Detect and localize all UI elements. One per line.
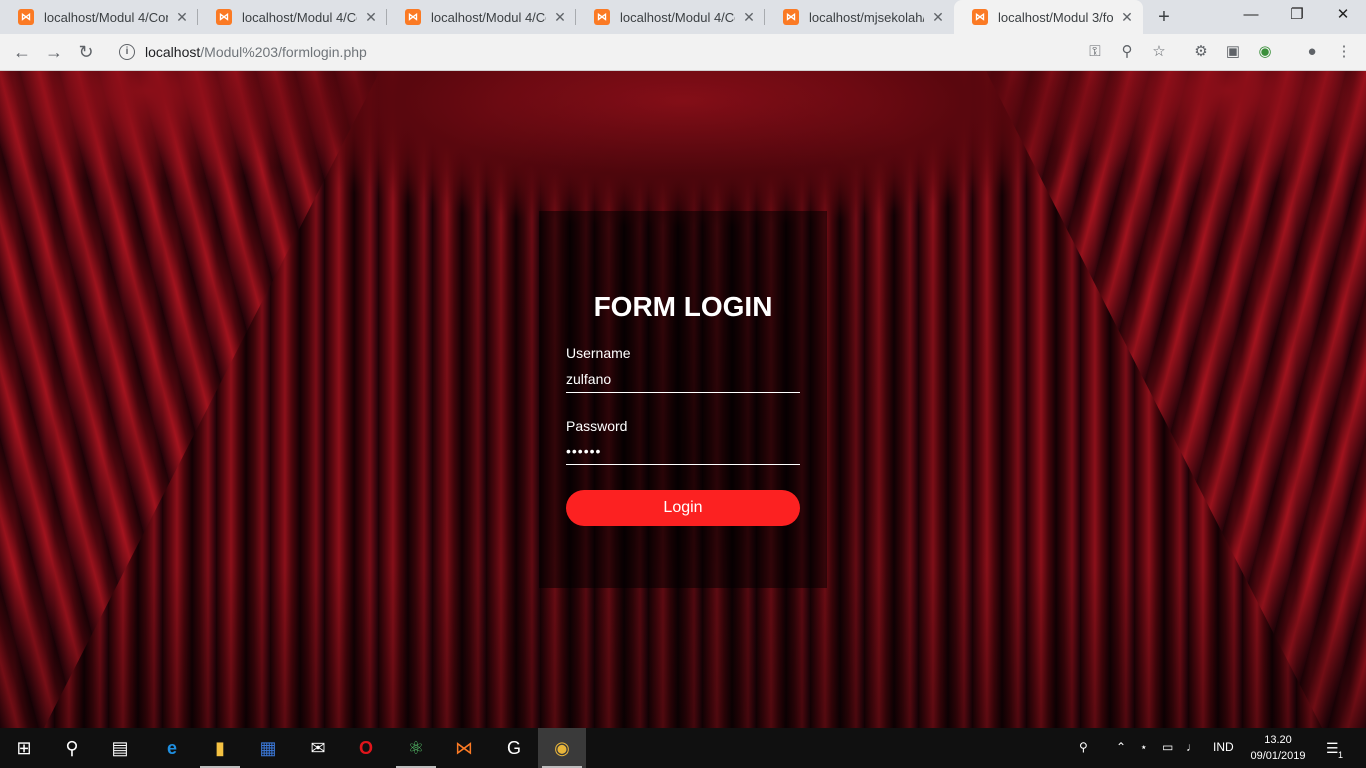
login-button[interactable]: Login: [566, 490, 800, 526]
username-input[interactable]: zulfano: [566, 366, 800, 393]
clock[interactable]: 13.20 09/01/2019: [1246, 732, 1310, 764]
tab-title: localhost/Modul 4/Conte: [242, 9, 357, 25]
clock-time: 13.20: [1264, 734, 1292, 746]
tab-title: localhost/Modul 3/form: [998, 9, 1113, 25]
page-background-curtain: FORM LOGIN Username zulfano Password •••…: [0, 71, 1366, 728]
tab-title: localhost/Modul 4/Conte: [431, 9, 546, 25]
close-tab-icon[interactable]: ✕: [174, 9, 190, 26]
mail-icon[interactable]: ✉: [294, 728, 342, 768]
menu-icon[interactable]: ⋮: [1334, 42, 1354, 62]
reload-icon[interactable]: ↻: [72, 38, 100, 66]
url-text[interactable]: localhost/Modul%203/formlogin.php: [145, 44, 367, 60]
xampp-favicon-icon: ⋈: [18, 9, 34, 25]
network-icon[interactable]: ⋆: [1140, 740, 1148, 754]
opera-icon[interactable]: O: [342, 728, 390, 768]
xampp-favicon-icon: ⋈: [972, 9, 988, 25]
xampp-favicon-icon: ⋈: [216, 9, 232, 25]
form-title: FORM LOGIN: [593, 291, 773, 322]
taskbar: ⊞ ⚲ ▤ e ▮ ▦ ✉ O ⚛ ⋈ G ◉ ⚲ ⌃ ⋆ ▭ ♩ IND 13…: [0, 728, 1366, 768]
people-icon[interactable]: ⚲: [1079, 740, 1088, 754]
xampp-favicon-icon: ⋈: [594, 9, 610, 25]
password-input[interactable]: ••••••: [566, 438, 800, 465]
xampp-favicon-icon: ⋈: [405, 9, 421, 25]
close-tab-icon[interactable]: ✕: [552, 9, 568, 26]
notification-count: 1: [1338, 750, 1344, 760]
pdf-app-icon[interactable]: G: [490, 728, 538, 768]
close-tab-icon[interactable]: ✕: [363, 9, 379, 26]
file-explorer-icon[interactable]: ▮: [196, 728, 244, 768]
zoom-icon[interactable]: ⚲: [1117, 42, 1137, 62]
browser-tab[interactable]: ⋈ localhost/Modul 4/Conte ✕: [198, 0, 387, 34]
extension-icon[interactable]: ⚙: [1191, 42, 1211, 62]
xampp-icon[interactable]: ⋈: [440, 728, 488, 768]
url-host: localhost: [145, 44, 201, 60]
close-tab-icon[interactable]: ✕: [930, 9, 946, 26]
extension-icon[interactable]: ◉: [1255, 42, 1275, 62]
browser-tab[interactable]: ⋈ localhost/Modul 4/Conte ✕: [387, 0, 576, 34]
restore-button[interactable]: ❐: [1274, 0, 1320, 32]
windows-start-icon[interactable]: ⊞: [0, 728, 48, 768]
edge-browser-icon[interactable]: e: [148, 728, 196, 768]
extension-icon[interactable]: ▣: [1223, 42, 1243, 62]
browser-toolbar: ← → ↻ i localhost/Modul%203/formlogin.ph…: [0, 34, 1366, 71]
new-tab-button[interactable]: +: [1151, 5, 1177, 31]
browser-tab[interactable]: ⋈ localhost/Modul 4/Conte ✕: [0, 0, 198, 34]
chevron-up-icon[interactable]: ⌃: [1116, 740, 1126, 754]
username-label: Username: [566, 345, 631, 361]
password-label: Password: [566, 418, 628, 434]
address-bar[interactable]: i localhost/Modul%203/formlogin.php: [108, 38, 1178, 66]
forward-arrow-icon[interactable]: →: [40, 38, 68, 66]
close-tab-icon[interactable]: ✕: [741, 9, 757, 26]
tab-title: localhost/Modul 4/Conte: [44, 9, 168, 25]
clock-date: 09/01/2019: [1250, 750, 1306, 762]
task-view-icon[interactable]: ▤: [96, 728, 144, 768]
tab-strip: ⋈ localhost/Modul 4/Conte ✕ ⋈ localhost/…: [0, 0, 1366, 34]
login-card: FORM LOGIN Username zulfano Password •••…: [539, 211, 827, 588]
minimize-button[interactable]: —: [1228, 0, 1274, 32]
browser-tab[interactable]: ⋈ localhost/Modul 4/Conte ✕: [576, 0, 765, 34]
tab-title: localhost/Modul 4/Conte: [620, 9, 735, 25]
store-icon[interactable]: ▦: [244, 728, 292, 768]
profile-avatar-icon[interactable]: ●: [1302, 42, 1322, 62]
xampp-favicon-icon: ⋈: [783, 9, 799, 25]
close-window-button[interactable]: ✕: [1320, 0, 1366, 32]
star-icon[interactable]: ☆: [1149, 42, 1169, 62]
info-icon[interactable]: i: [119, 44, 135, 60]
close-tab-icon[interactable]: ✕: [1119, 9, 1135, 26]
notifications-icon[interactable]: ☰: [1326, 740, 1339, 757]
back-arrow-icon[interactable]: ←: [8, 38, 36, 66]
atom-icon[interactable]: ⚛: [392, 728, 440, 768]
language-indicator[interactable]: IND: [1213, 740, 1234, 754]
volume-icon[interactable]: ♩: [1186, 740, 1198, 754]
tab-title: localhost/mjsekolah/gu: [809, 9, 924, 25]
browser-tab-active[interactable]: ⋈ localhost/Modul 3/form ✕: [954, 0, 1143, 34]
key-icon[interactable]: ⚿: [1085, 42, 1105, 62]
search-icon[interactable]: ⚲: [48, 728, 96, 768]
browser-tab[interactable]: ⋈ localhost/mjsekolah/gu ✕: [765, 0, 954, 34]
battery-icon[interactable]: ▭: [1162, 740, 1173, 754]
url-path: /Modul%203/formlogin.php: [200, 44, 367, 60]
chrome-icon[interactable]: ◉: [538, 728, 586, 768]
